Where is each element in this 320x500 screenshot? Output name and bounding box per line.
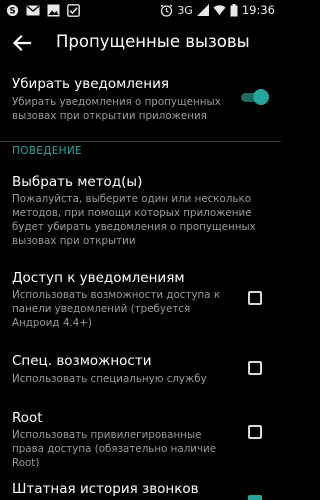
- call-history-checkbox[interactable]: [248, 495, 262, 500]
- skype-icon: S: [6, 4, 19, 16]
- setting-notification-access[interactable]: Доступ к уведомлениям Использовать возмо…: [0, 262, 281, 338]
- setting-remove-notifications[interactable]: Убирать уведомления Убирать уведомления …: [0, 66, 281, 141]
- page-title: Пропущенные вызовы: [56, 32, 250, 51]
- setting-subtitle: Использовать привилегированные права дос…: [12, 429, 217, 469]
- setting-title: Штатная история звонков: [12, 481, 199, 497]
- checkbox-done-icon: [67, 3, 80, 17]
- accessibility-checkbox[interactable]: [248, 361, 262, 375]
- setting-subtitle: Убирать уведомления о пропущенных вызова…: [12, 96, 221, 122]
- setting-choose-method[interactable]: Выбрать метод(ы) Пожалуйста, выберите од…: [0, 165, 281, 261]
- setting-subtitle: Использовать специальную службу: [12, 373, 207, 385]
- setting-call-history[interactable]: Штатная история звонков: [0, 472, 281, 500]
- setting-root[interactable]: Root Использовать привилегированные прав…: [0, 400, 281, 469]
- setting-title: Выбрать метод(ы): [12, 174, 143, 190]
- section-divider: [0, 141, 281, 142]
- setting-subtitle: Использовать возможности доступа к панел…: [12, 289, 221, 329]
- arrow-back-icon[interactable]: [10, 31, 34, 55]
- wifi-icon: [213, 5, 226, 15]
- toggle-thumb: [253, 89, 269, 105]
- setting-title: Root: [12, 410, 43, 426]
- setting-title: Убирать уведомления: [12, 76, 169, 92]
- status-bar-left-icons: S: [6, 3, 80, 17]
- setting-subtitle: Пожалуйста, выберите один или несколько …: [12, 193, 256, 247]
- app-bar: Пропущенные вызовы: [0, 20, 281, 66]
- battery-icon: [230, 3, 238, 16]
- setting-title: Спец. возможности: [12, 353, 152, 369]
- mail-icon: [26, 5, 40, 15]
- signal-icon: [196, 4, 209, 16]
- setting-title: Доступ к уведомлениям: [12, 270, 185, 286]
- root-checkbox[interactable]: [248, 425, 262, 439]
- remove-notifications-toggle[interactable]: [239, 89, 269, 105]
- setting-accessibility[interactable]: Спец. возможности Использовать специальн…: [0, 343, 281, 399]
- svg-text:S: S: [9, 6, 15, 16]
- clock: 19:36: [241, 3, 275, 17]
- status-bar: S 3G 19:36: [0, 0, 281, 20]
- image-icon: [47, 4, 60, 16]
- alarm-icon: [160, 4, 173, 17]
- section-header-behavior: ПОВЕДЕНИЕ: [12, 145, 82, 157]
- status-bar-right-icons: 3G 19:36: [160, 2, 275, 18]
- network-type: 3G: [177, 3, 193, 17]
- notification-access-checkbox[interactable]: [248, 291, 262, 305]
